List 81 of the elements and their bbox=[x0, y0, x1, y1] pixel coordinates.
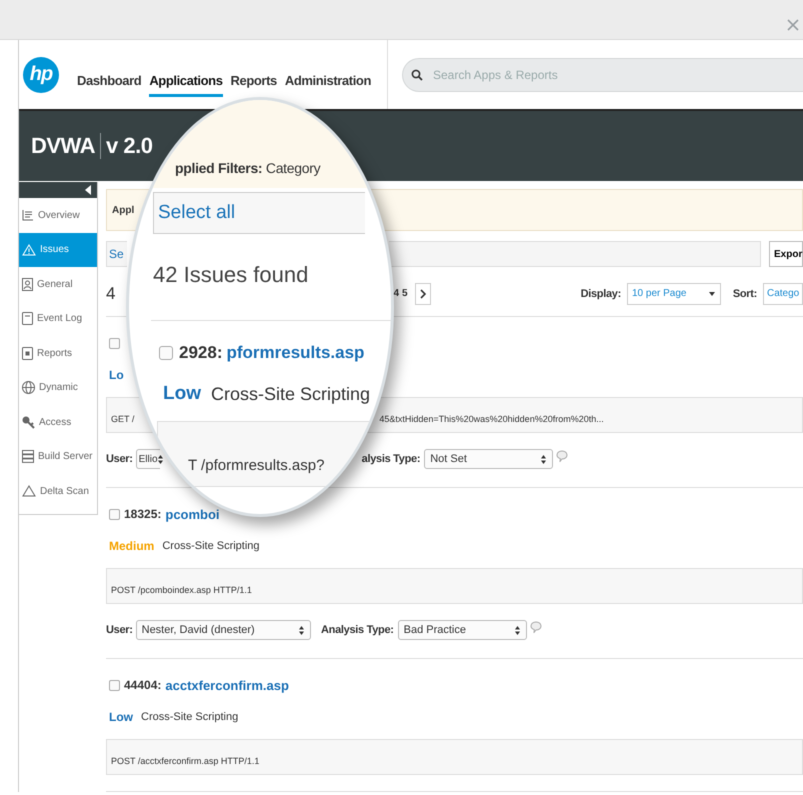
logo: hp bbox=[23, 56, 59, 92]
display-select[interactable]: 10 per Page bbox=[627, 282, 721, 304]
category-label: Cross-Site Scripting bbox=[162, 540, 260, 552]
collapse-icon[interactable] bbox=[85, 185, 91, 195]
nav-tab[interactable]: Dashboard bbox=[77, 62, 142, 96]
issue-checkbox[interactable] bbox=[109, 508, 120, 520]
issue-link[interactable]: pcomboi bbox=[165, 506, 220, 522]
comment-icon[interactable] bbox=[556, 450, 568, 462]
triangle-icon bbox=[22, 485, 36, 498]
nav-tab[interactable]: Administration bbox=[284, 62, 371, 96]
sidebar-item[interactable]: General bbox=[19, 267, 97, 302]
next-page-button[interactable] bbox=[414, 282, 431, 304]
sidebar-item[interactable]: Issues bbox=[19, 232, 97, 267]
sidebar-item[interactable]: Access bbox=[19, 405, 97, 440]
issue-checkbox[interactable] bbox=[109, 338, 120, 348]
request-text: T /pformresults.asp? bbox=[188, 457, 324, 474]
analysis-type-select[interactable]: Not Set bbox=[424, 449, 554, 469]
list-icon bbox=[22, 209, 34, 222]
select-all-field[interactable]: Select all bbox=[153, 192, 365, 234]
document-icon bbox=[22, 346, 33, 360]
category-label: Cross-Site Scripting bbox=[211, 384, 370, 404]
sidebar-item[interactable]: Reports bbox=[19, 336, 97, 370]
up-down-arrows-icon bbox=[541, 454, 546, 464]
comment-icon[interactable] bbox=[530, 621, 542, 633]
request-text: POST /acctxferconfirm.asp HTTP/1.1 bbox=[111, 756, 260, 766]
category-label: Cross-Site Scripting bbox=[141, 711, 238, 723]
issue-id: 18325: bbox=[124, 507, 162, 521]
sidebar-item[interactable]: Dynamic bbox=[19, 370, 97, 405]
contact-icon bbox=[22, 278, 33, 291]
app-version: v 2.0 bbox=[106, 133, 152, 159]
issue-checkbox[interactable] bbox=[159, 346, 173, 360]
sidebar-item[interactable]: Delta Scan bbox=[19, 474, 97, 508]
up-down-arrows-icon bbox=[514, 626, 520, 634]
display-label: Display: bbox=[580, 288, 621, 300]
request-text: 45&txtHidden=This%20was%20hidden%20from%20th... bbox=[379, 414, 604, 424]
filter-label: Appl bbox=[112, 204, 134, 216]
warning-icon bbox=[22, 244, 36, 256]
export-button[interactable]: Expor bbox=[769, 241, 803, 267]
issue-count: 4 bbox=[106, 284, 116, 304]
user-select[interactable]: Ellio bbox=[136, 449, 160, 469]
issue-id: 44404: bbox=[124, 678, 162, 692]
page-link[interactable]: 4 bbox=[393, 288, 400, 299]
severity-label: Low bbox=[163, 383, 201, 405]
search-field[interactable]: Search Apps & Reports bbox=[402, 58, 803, 92]
up-down-arrows-icon bbox=[158, 454, 163, 464]
analysis-type-select[interactable]: Bad Practice bbox=[398, 620, 527, 640]
applied-filters-label: pplied Filters: Category bbox=[175, 160, 320, 176]
app-name: DVWA bbox=[31, 133, 95, 159]
severity-label: Medium bbox=[109, 539, 154, 553]
sidebar-item[interactable]: Overview bbox=[19, 198, 97, 232]
nav-tab[interactable]: Applications bbox=[149, 62, 223, 96]
issue-checkbox[interactable] bbox=[109, 680, 120, 690]
sidebar-item[interactable]: Build Server bbox=[19, 440, 97, 474]
sort-select[interactable]: Catego bbox=[763, 282, 803, 304]
page-link[interactable]: 5 bbox=[402, 288, 408, 299]
key-icon bbox=[22, 416, 35, 429]
nav-tab[interactable]: Reports bbox=[230, 62, 277, 96]
user-label: User: bbox=[106, 453, 133, 465]
request-text: GET / bbox=[111, 414, 134, 424]
caret-down-icon bbox=[706, 290, 717, 298]
sidebar-item[interactable]: Event Log bbox=[19, 302, 97, 336]
search-icon bbox=[410, 68, 423, 80]
severity-label: Low bbox=[109, 710, 133, 724]
select-field[interactable]: Se bbox=[106, 241, 127, 267]
analysis-type-label: alysis Type: bbox=[362, 453, 420, 465]
issue-id: 2928: bbox=[179, 343, 222, 363]
close-icon[interactable] bbox=[787, 19, 799, 31]
user-select[interactable]: Nester, David (dnester) bbox=[136, 620, 311, 640]
analysis-type-label: Analysis Type: bbox=[320, 624, 394, 636]
document-icon bbox=[22, 312, 33, 326]
severity-label: Lo bbox=[109, 368, 124, 382]
globe-icon bbox=[22, 381, 35, 394]
server-icon bbox=[22, 450, 34, 464]
chevron-right-icon bbox=[420, 288, 426, 298]
request-text: POST /pcomboindex.asp HTTP/1.1 bbox=[111, 585, 252, 595]
up-down-arrows-icon bbox=[298, 626, 304, 634]
issues-found-count: 42 Issues found bbox=[153, 262, 310, 288]
issue-link[interactable]: acctxferconfirm.asp bbox=[165, 678, 289, 692]
user-label: User: bbox=[106, 624, 133, 636]
sort-label: Sort: bbox=[732, 288, 757, 300]
issue-link[interactable]: pformresults.asp bbox=[226, 343, 364, 363]
